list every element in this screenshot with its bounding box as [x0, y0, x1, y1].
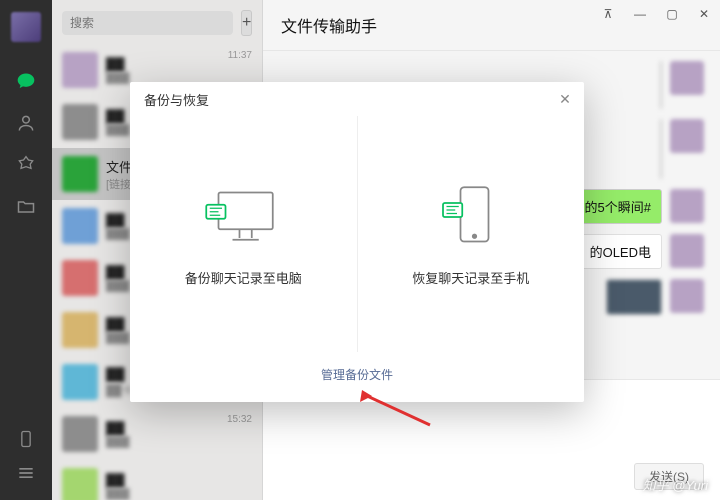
message-bubble: 的OLED电: [579, 234, 662, 269]
backup-label: 备份聊天记录至电脑: [185, 268, 302, 287]
modal-close-icon[interactable]: ✕: [556, 90, 574, 108]
watermark: 知乎 @Yuri: [643, 475, 708, 494]
menu-icon[interactable]: [15, 462, 37, 484]
files-icon[interactable]: [15, 196, 37, 218]
nav-rail: [0, 0, 52, 500]
new-chat-button[interactable]: +: [241, 10, 252, 36]
restore-label: 恢复聊天记录至手机: [412, 268, 529, 287]
pin-button[interactable]: ⊼: [592, 0, 624, 28]
manage-backup-link[interactable]: 管理备份文件: [321, 368, 393, 382]
page-title: 文件传输助手: [281, 13, 377, 37]
favorites-icon[interactable]: [15, 154, 37, 176]
restore-to-phone-option[interactable]: 恢复聊天记录至手机: [358, 116, 585, 352]
contacts-icon[interactable]: [15, 112, 37, 134]
avatar[interactable]: [11, 12, 41, 42]
backup-restore-modal: 备份与恢复 ✕ 备份聊天记录至电脑 恢复聊天记: [130, 82, 584, 402]
message-bubble: 的5个瞬间#: [574, 189, 662, 224]
minimize-button[interactable]: —: [624, 0, 656, 28]
phone-icon[interactable]: [15, 428, 37, 450]
chat-list-item[interactable]: █████15:32: [52, 408, 262, 460]
maximize-button[interactable]: ▢: [656, 0, 688, 28]
modal-title: 备份与恢复: [144, 90, 209, 109]
search-input[interactable]: [62, 11, 233, 35]
chat-list-item[interactable]: █████: [52, 460, 262, 500]
chat-icon[interactable]: [15, 70, 37, 92]
close-button[interactable]: ✕: [688, 0, 720, 28]
backup-to-pc-option[interactable]: 备份聊天记录至电脑: [130, 116, 358, 352]
